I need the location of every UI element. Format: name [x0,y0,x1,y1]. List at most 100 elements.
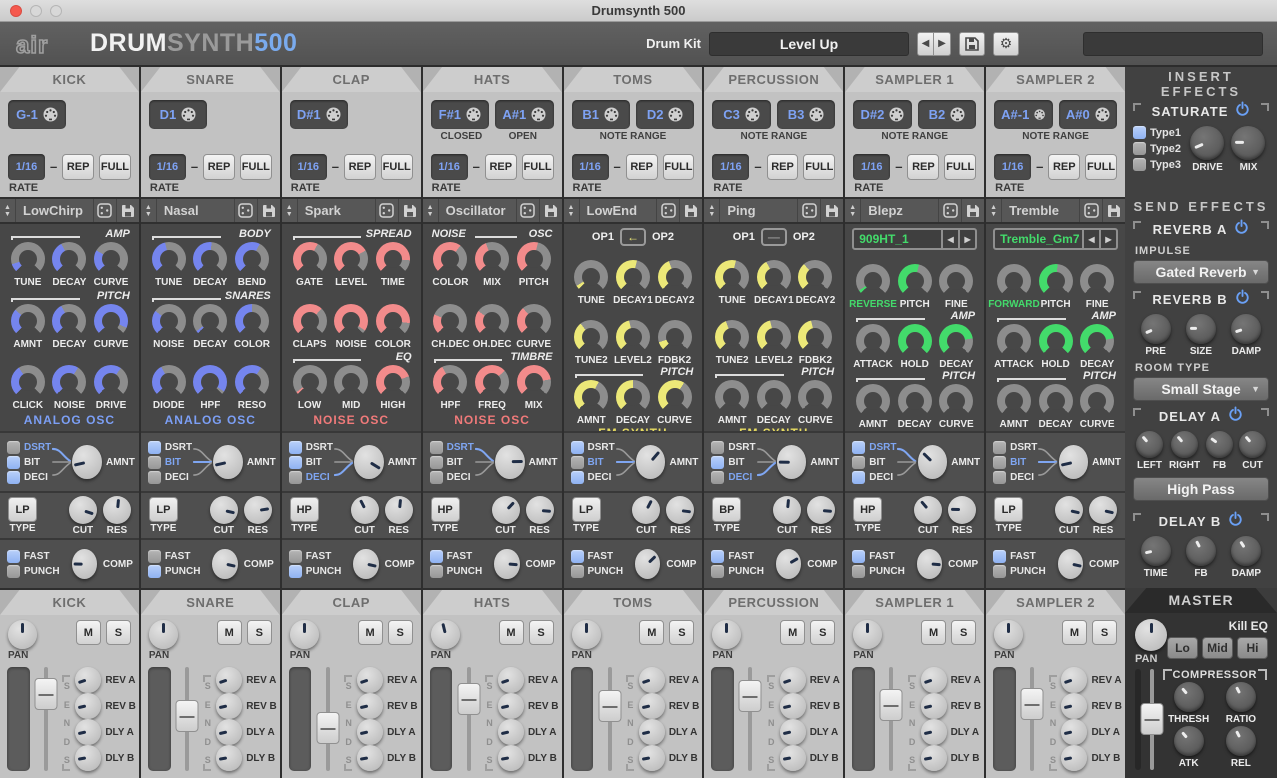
percussion-fdbk2-knob[interactable] [798,320,832,354]
fast-checkbox[interactable] [711,550,724,563]
preset-spinner[interactable]: ▲▼ [141,199,157,222]
crush-option-deci[interactable]: DECI [289,471,333,484]
deci-checkbox[interactable] [430,471,443,484]
crush-amount-knob[interactable] [777,445,807,479]
preset-name[interactable]: Oscillator [439,199,516,222]
kill-eq-mid-button[interactable]: Mid [1202,637,1233,659]
crush-option-deci[interactable]: DECI [7,471,51,484]
solo-button[interactable]: S [529,620,554,645]
dsrt-checkbox[interactable] [430,441,443,454]
sample-selector[interactable]: 909HT_1◀▶ [852,228,977,250]
send-rev-b-knob[interactable] [1061,693,1087,719]
fast-checkbox[interactable] [148,550,161,563]
send-dly-a-knob[interactable] [639,719,665,745]
preset-name[interactable]: Tremble [1002,199,1079,222]
solo-button[interactable]: S [669,620,694,645]
fader-handle[interactable] [175,700,198,732]
saturate-type1-option[interactable]: Type1 [1133,126,1181,139]
transient-punch-option[interactable]: PUNCH [852,565,905,578]
sampler-1-attack-knob[interactable] [856,324,890,358]
send-dly-b-knob[interactable] [639,745,665,771]
snare-reso-knob[interactable] [235,365,269,399]
sampler-1-decay-knob[interactable] [939,324,973,358]
save-kit-button[interactable] [959,32,985,56]
send-rev-b-knob[interactable] [498,693,524,719]
dlb-knobs-fb-knob[interactable] [1186,536,1216,566]
hats-color-knob[interactable] [433,242,467,276]
dsrt-checkbox[interactable] [993,441,1006,454]
crush-option-deci[interactable]: DECI [571,471,615,484]
punch-checkbox[interactable] [993,565,1006,578]
bit-checkbox[interactable] [148,456,161,469]
compressor-rel-knob[interactable] [1226,726,1256,756]
punch-checkbox[interactable] [852,565,865,578]
sampler-2-pitch-knob[interactable] [1039,264,1073,298]
save-preset-button[interactable] [539,199,562,222]
reverb-a-power-button[interactable] [1234,219,1249,239]
sampler-1-fine-knob[interactable] [939,264,973,298]
clap-gate-knob[interactable] [293,242,327,276]
full-button[interactable]: FULL [522,154,554,180]
snare-tune-knob[interactable] [152,242,186,276]
send-dly-b-knob[interactable] [780,745,806,771]
minimize-button[interactable] [30,5,42,17]
repeat-button[interactable]: REP [907,154,939,180]
mute-button[interactable]: M [921,620,946,645]
crush-option-dsrt[interactable]: DSRT [289,441,333,454]
dlb-knobs-damp-knob[interactable] [1231,536,1261,566]
full-button[interactable]: FULL [1085,154,1117,180]
sampler-2-amnt-knob[interactable] [997,384,1031,418]
save-preset-button[interactable] [820,199,843,222]
crush-option-dsrt[interactable]: DSRT [148,441,192,454]
hats-mix-knob[interactable] [517,365,551,399]
crush-amount-knob[interactable] [1059,445,1089,479]
clap-color-knob[interactable] [376,304,410,338]
save-preset-button[interactable] [679,199,702,222]
snare-decay-knob[interactable] [193,304,227,338]
send-rev-b-knob[interactable] [75,693,101,719]
sampler-1-hold-knob[interactable] [898,324,932,358]
crush-option-deci[interactable]: DECI [993,471,1037,484]
note-button-snare[interactable]: D1 [149,100,207,129]
crush-option-dsrt[interactable]: DSRT [7,441,51,454]
full-button[interactable]: FULL [99,154,131,180]
deci-checkbox[interactable] [993,471,1006,484]
crush-option-bit[interactable]: BIT [852,456,896,469]
filter-type-button[interactable]: LP [572,497,601,522]
mute-button[interactable]: M [499,620,524,645]
snare-noise-knob[interactable] [152,304,186,338]
dsrt-checkbox[interactable] [852,441,865,454]
filter-cut-knob[interactable] [914,496,942,524]
clap-claps-knob[interactable] [293,304,327,338]
send-rev-b-knob[interactable] [216,693,242,719]
crush-option-dsrt[interactable]: DSRT [430,441,474,454]
dla-knobs-right-knob[interactable] [1171,431,1198,458]
mute-button[interactable]: M [639,620,664,645]
deci-checkbox[interactable] [571,471,584,484]
kick-curve-knob[interactable] [94,304,128,338]
preset-spinner[interactable]: ▲▼ [564,199,580,222]
fast-checkbox[interactable] [852,550,865,563]
mute-button[interactable]: M [780,620,805,645]
solo-button[interactable]: S [951,620,976,645]
snare-color-knob[interactable] [235,304,269,338]
send-dly-a-knob[interactable] [780,719,806,745]
pan-knob[interactable] [8,620,37,649]
transient-fast-option[interactable]: FAST [852,550,905,563]
bit-checkbox[interactable] [7,456,20,469]
hats-mix-knob[interactable] [475,242,509,276]
crush-amount-knob[interactable] [918,445,948,479]
dla-knobs-cut-knob[interactable] [1239,431,1266,458]
deci-checkbox[interactable] [711,471,724,484]
save-preset-button[interactable] [116,199,139,222]
filter-res-knob[interactable] [103,496,131,524]
fader-handle[interactable] [739,680,762,712]
full-button[interactable]: FULL [240,154,272,180]
send-dly-b-knob[interactable] [75,745,101,771]
filter-type-button[interactable]: LP [149,497,178,522]
crush-option-deci[interactable]: DECI [711,471,755,484]
type2-checkbox[interactable] [1133,142,1146,155]
repeat-button[interactable]: REP [767,154,799,180]
send-rev-b-knob[interactable] [639,693,665,719]
fast-checkbox[interactable] [430,550,443,563]
